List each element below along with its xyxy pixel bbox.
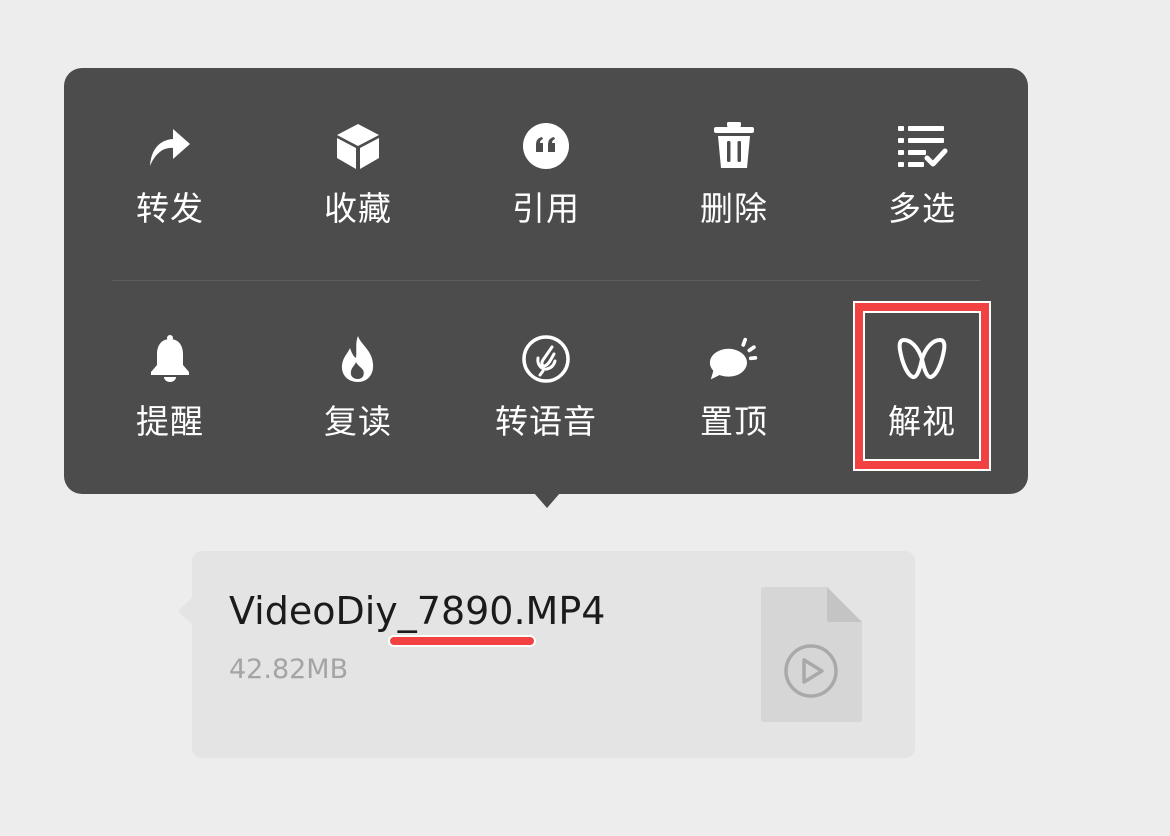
pin-to-top-button[interactable]: 置顶 — [640, 281, 828, 493]
message-context-menu: 转发 收藏 引用 删除 多选 提醒 复读 转语音 置顶 解视 — [64, 68, 1028, 494]
forward-label: 转发 — [136, 189, 204, 228]
highlight-annotation-box — [855, 303, 989, 469]
context-menu-pointer — [534, 493, 560, 508]
context-menu-row-2: 提醒 复读 转语音 置顶 解视 — [64, 281, 1028, 493]
forward-icon — [144, 120, 196, 172]
repeat-button[interactable]: 复读 — [264, 281, 452, 493]
file-message-bubble[interactable]: VideoDiy_7890.MP4 42.82MB — [192, 551, 915, 758]
quote-icon — [520, 120, 572, 172]
flame-icon — [332, 333, 384, 385]
multi-select-icon — [896, 120, 948, 172]
multi-select-button[interactable]: 多选 — [828, 68, 1016, 280]
file-name: VideoDiy_7890.MP4 — [229, 589, 606, 633]
bell-icon — [144, 333, 196, 385]
forward-button[interactable]: 转发 — [76, 68, 264, 280]
quote-button[interactable]: 引用 — [452, 68, 640, 280]
repeat-label: 复读 — [324, 402, 392, 441]
trash-icon — [708, 120, 760, 172]
remind-button[interactable]: 提醒 — [76, 281, 264, 493]
favorite-label: 收藏 — [324, 189, 392, 228]
file-size: 42.82MB — [229, 654, 349, 685]
favorite-box-icon — [332, 120, 384, 172]
underline-annotation — [388, 635, 536, 647]
remind-label: 提醒 — [136, 402, 204, 441]
pin-bubble-icon — [708, 333, 760, 385]
delete-button[interactable]: 删除 — [640, 68, 828, 280]
multi-select-label: 多选 — [888, 189, 956, 228]
context-menu-row-1: 转发 收藏 引用 删除 多选 — [64, 68, 1028, 280]
pin-to-top-label: 置顶 — [700, 402, 768, 441]
message-bubble-tail — [178, 597, 193, 625]
to-speech-button[interactable]: 转语音 — [452, 281, 640, 493]
delete-label: 删除 — [700, 189, 768, 228]
video-file-icon — [761, 587, 862, 722]
to-speech-label: 转语音 — [495, 402, 597, 441]
favorite-button[interactable]: 收藏 — [264, 68, 452, 280]
quote-label: 引用 — [512, 189, 580, 228]
speech-icon — [520, 333, 572, 385]
